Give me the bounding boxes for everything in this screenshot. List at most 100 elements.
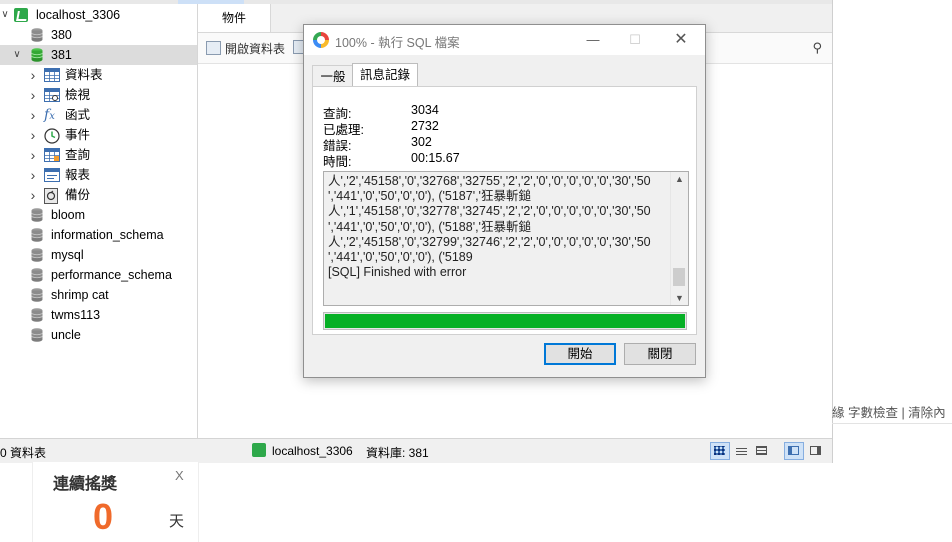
tree-item-label: localhost_3306 [36,8,121,22]
connection-icon [14,8,30,22]
tree-item-shrimp-cat[interactable]: shrimp cat [0,285,197,305]
scroll-up-icon[interactable]: ▲ [671,174,688,184]
database-open-icon [31,48,47,62]
scroll-down-icon[interactable]: ▼ [671,293,688,303]
close-button[interactable]: 關閉 [624,343,696,365]
chevron-right-icon[interactable]: › [28,165,38,185]
tree-item-查詢[interactable]: › 查詢 [0,145,197,165]
tree-item-資料表[interactable]: › 資料表 [0,65,197,85]
tree-item-label: 381 [51,48,72,62]
database-icon [31,208,47,222]
table-icon [44,68,60,82]
connection-tree[interactable]: ∨ localhost_3306 380 ∨ 381 › 資料表 › 檢視 › fx 函式 › 事件 › 查詢… [0,4,198,438]
chevron-right-icon[interactable]: › [28,105,38,125]
show-info-pane-icon[interactable] [806,442,826,460]
tree-item-檢視[interactable]: › 檢視 [0,85,197,105]
tree-item-label: information_schema [51,228,164,242]
maximize-icon: ☐ [629,32,641,47]
tree-item-label: shrimp cat [51,288,109,302]
tree-item-備份[interactable]: › 備份 [0,185,197,205]
tree-item-label: bloom [51,208,86,222]
tab-general[interactable]: 一般 [312,65,354,88]
detail-view-icon[interactable] [752,442,772,460]
status-connection: localhost_3306 [272,444,353,458]
tree-item-label: 查詢 [65,148,91,162]
dialog-title: 100% - 執行 SQL 檔案 [335,36,460,50]
tree-item-label: 函式 [65,108,91,122]
report-icon [44,168,60,182]
show-navigation-pane-icon[interactable] [784,442,804,460]
tree-item-bloom[interactable]: bloom [0,205,197,225]
tab-objects[interactable]: 物件 [198,4,271,32]
tree-item-mysql[interactable]: mysql [0,245,197,265]
tree-item-label: mysql [51,248,84,262]
grid-view-icon[interactable] [710,442,730,460]
log-scrollbar[interactable]: ▲ ▼ [670,172,688,305]
tree-item-label: uncle [51,328,81,342]
open-table-button[interactable]: 開啟資料表 [206,40,285,57]
database-icon [31,248,47,262]
tree-item-函式[interactable]: › fx 函式 [0,105,197,125]
tree-item-380[interactable]: 380 [0,25,197,45]
backup-icon [44,188,60,204]
stat-errors-value: 302 [411,135,432,149]
widget-title: 連續搖獎 [53,476,118,493]
execution-progress-bar [323,312,687,330]
database-icon [31,28,47,42]
database-icon [31,328,47,342]
list-view-icon[interactable] [732,442,752,460]
message-log-text: 人','2','45158','0','32768','32755','2','… [328,174,651,280]
status-table-count: 0 資料表 [0,446,47,460]
stat-queries-value: 3034 [411,103,439,117]
minimize-icon[interactable]: — [579,29,607,51]
chevron-right-icon[interactable]: › [28,85,38,105]
tree-item-performance_schema[interactable]: performance_schema [0,265,197,285]
tree-item-label: performance_schema [51,268,172,282]
stat-processed-value: 2732 [411,119,439,133]
open-table-label: 開啟資料表 [225,42,286,56]
view-icon [44,88,60,102]
connection-status-icon [252,443,266,457]
tree-item-label: twms113 [51,308,101,322]
tree-item-報表[interactable]: › 報表 [0,165,197,185]
dialog-titlebar[interactable]: 100% - 執行 SQL 檔案 — ☐ ✕ [304,25,705,55]
tree-item-uncle[interactable]: uncle [0,325,197,345]
database-icon [31,308,47,322]
tab-message-log[interactable]: 訊息記錄 [352,63,418,88]
close-icon[interactable]: ✕ [667,29,695,51]
chevron-right-icon[interactable]: › [28,185,38,205]
chevron-right-icon[interactable]: › [28,65,38,85]
chevron-down-icon[interactable]: ∨ [12,45,22,65]
function-icon: fx [44,107,55,123]
tree-item-localhost_3306[interactable]: ∨ localhost_3306 [0,5,197,25]
tree-item-twms113[interactable]: twms113 [0,305,197,325]
search-icon[interactable]: ⚲ [812,40,822,56]
widget-close-icon[interactable]: X [175,468,184,483]
chevron-right-icon[interactable]: › [28,145,38,165]
open-table-icon [206,41,221,55]
start-button[interactable]: 開始 [544,343,616,365]
status-bar: 0 資料表 localhost_3306 資料庫: 381 [0,438,832,463]
database-icon [31,268,47,282]
browser-toolbar-text: 緣 字數檢查 | 清除內 [832,406,946,420]
message-log-textarea[interactable]: 人','2','45158','0','32768','32755','2','… [323,171,689,306]
browser-divider [832,423,952,424]
message-log-panel: 查詢: 3034 已處理: 2732 錯誤: 302 時間: 00:15.67 … [312,86,697,335]
database-icon [31,288,47,302]
stat-time-label: 時間: [323,155,352,169]
chevron-down-icon[interactable]: ∨ [0,5,10,25]
tree-item-事件[interactable]: › 事件 [0,125,197,145]
stat-time-value: 00:15.67 [411,151,460,165]
database-icon [31,228,47,242]
tree-item-label: 資料表 [65,68,103,82]
tree-item-381[interactable]: ∨ 381 [0,45,197,65]
tree-item-label: 備份 [65,188,91,202]
tree-item-label: 事件 [65,128,91,142]
tree-item-information_schema[interactable]: information_schema [0,225,197,245]
widget-count: 0 [93,496,114,537]
query-icon [44,148,60,162]
streak-widget: 連續搖獎 X 0 天 [32,462,199,542]
progress-fill [325,314,685,328]
chevron-right-icon[interactable]: › [28,125,38,145]
scroll-thumb[interactable] [673,268,685,286]
